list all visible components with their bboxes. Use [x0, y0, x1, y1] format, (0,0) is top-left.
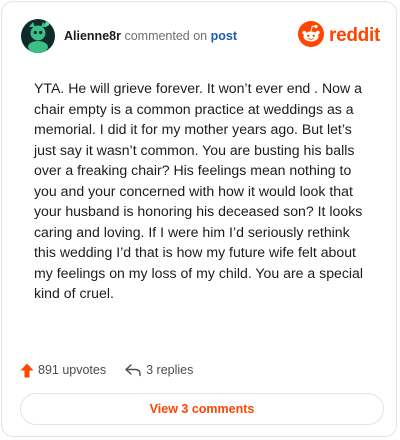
username[interactable]: Alienne8r [64, 29, 121, 43]
upvote-count: 891 upvotes [38, 363, 107, 377]
replies-button[interactable]: 3 replies [124, 363, 193, 377]
comment-meta: Alienne8r commented on post [64, 28, 237, 44]
comment-actions: 891 upvotes 3 replies [20, 360, 193, 380]
upvote-button[interactable]: 891 upvotes [20, 363, 106, 378]
upvote-arrow-icon [20, 363, 34, 378]
reddit-logo-icon [297, 20, 325, 53]
replies-count: 3 replies [146, 363, 194, 377]
comment-card: Alienne8r commented on post reddit YTA. … [1, 1, 397, 437]
view-comments-button[interactable]: View 3 comments [20, 393, 384, 425]
avatar[interactable] [20, 18, 56, 54]
action-text: commented on [124, 29, 208, 43]
reddit-wordmark: reddit [329, 25, 380, 46]
comment-header: Alienne8r commented on post reddit [20, 18, 380, 54]
reply-arrow-icon [124, 363, 142, 377]
comment-body: YTA. He will grieve forever. It won’t ev… [34, 80, 364, 301]
post-link[interactable]: post [211, 29, 237, 43]
reddit-brand[interactable]: reddit [297, 20, 380, 53]
